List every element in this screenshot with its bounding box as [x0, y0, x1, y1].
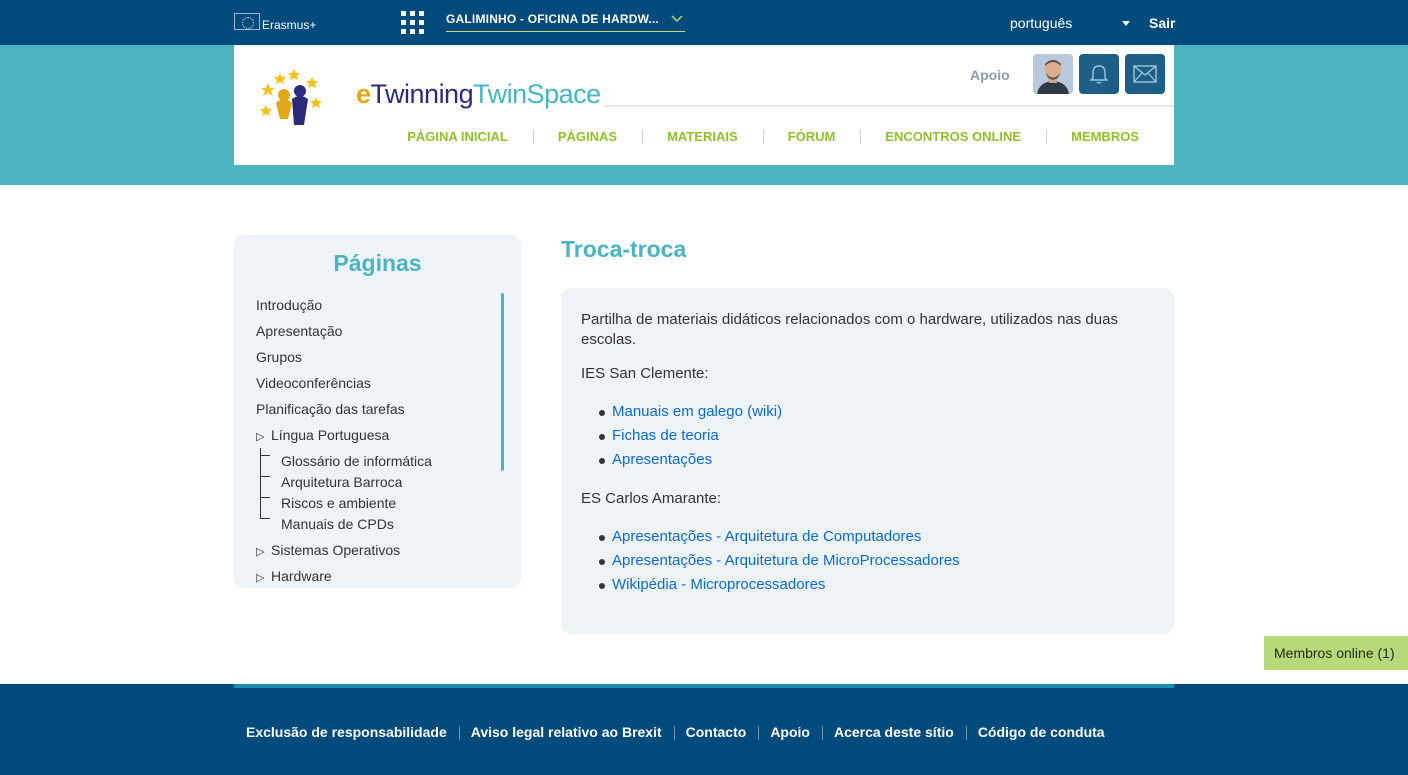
list-item: Wikipédia - Microprocessadores	[597, 573, 960, 597]
sidebar-item-introducao[interactable]: Introdução	[256, 297, 322, 313]
link-arquitetura-microprocessadores[interactable]: Apresentações - Arquitetura de MicroProc…	[612, 552, 960, 569]
project-title: GALIMINHO - OFICINA DE HARDW...	[446, 12, 660, 26]
tree-tick	[260, 476, 270, 477]
chevron-down-icon	[671, 15, 683, 23]
list-item: Apresentações - Arquitetura de MicroProc…	[597, 549, 960, 573]
footer: Exclusão de responsabilidade Aviso legal…	[0, 684, 1408, 775]
project-selector[interactable]: GALIMINHO - OFICINA DE HARDW...	[446, 12, 685, 32]
messages-button[interactable]	[1125, 54, 1165, 94]
list-item: Apresentações - Arquitetura de Computado…	[597, 525, 960, 549]
top-bar: Erasmus+ GALIMINHO - OFICINA DE HARDW...…	[0, 0, 1408, 45]
sidebar-title: Páginas	[333, 250, 422, 276]
sidebar-subitem-glossario[interactable]: Glossário de informática	[281, 453, 432, 469]
triangle-right-icon: ▷	[256, 546, 265, 558]
sidebar-item-videoconferencias[interactable]: Videoconferências	[256, 375, 371, 391]
tree-tick	[260, 497, 270, 498]
sidebar-scrollbar[interactable]	[501, 293, 504, 471]
link-fichas-teoria[interactable]: Fichas de teoria	[612, 427, 719, 444]
content-box: Partilha de materiais didáticos relacion…	[561, 288, 1174, 634]
footer-links: Exclusão de responsabilidade Aviso legal…	[246, 724, 1105, 740]
bell-icon	[1089, 65, 1109, 84]
sidebar-item-grupos[interactable]: Grupos	[256, 349, 302, 365]
sidebar-item-lingua-portuguesa[interactable]: ▷ Língua Portuguesa	[256, 427, 389, 443]
language-select[interactable]: português	[1010, 15, 1130, 31]
logout-link[interactable]: Sair	[1149, 15, 1175, 31]
sidebar-subitem-manuais-cpds[interactable]: Manuais de CPDs	[281, 516, 394, 532]
notifications-button[interactable]	[1079, 54, 1119, 94]
footer-link-about[interactable]: Acerca deste sítio	[821, 724, 954, 740]
avatar[interactable]	[1033, 54, 1073, 94]
header-divider	[604, 105, 1174, 107]
nav-pages[interactable]: PÁGINAS	[532, 129, 642, 144]
language-value: português	[1010, 15, 1073, 31]
etwinning-logo-icon	[260, 69, 322, 125]
nav-online-meetings[interactable]: ENCONTROS ONLINE	[860, 129, 1046, 144]
footer-link-code-of-conduct[interactable]: Código de conduta	[965, 724, 1105, 740]
sidebar-item-hardware[interactable]: ▷ Hardware	[256, 568, 332, 584]
etwinning-logo[interactable]: eTwinningTwinSpace	[258, 67, 601, 127]
triangle-right-icon: ▷	[256, 431, 265, 443]
footer-link-contact[interactable]: Contacto	[673, 724, 746, 740]
intro-text: Partilha de materiais didáticos relacion…	[581, 311, 1118, 348]
logo-e: e	[356, 79, 371, 109]
apps-grid-icon[interactable]	[401, 11, 424, 34]
tree-line	[260, 448, 270, 518]
sidebar-item-label: Sistemas Operativos	[271, 542, 401, 558]
sidebar-subitem-arquitetura-barroca[interactable]: Arquitetura Barroca	[281, 474, 402, 490]
sidebar-item-planificacao[interactable]: Planificação das tarefas	[256, 401, 405, 417]
sidebar-item-label: Língua Portuguesa	[271, 427, 390, 443]
link-list: Manuais em galego (wiki) Fichas de teori…	[597, 400, 782, 472]
logo-text: eTwinningTwinSpace	[356, 79, 601, 110]
main-nav: PÁGINA INICIAL PÁGINAS MATERIAIS FÓRUM E…	[404, 129, 1164, 144]
footer-link-support[interactable]: Apoio	[758, 724, 810, 740]
list-item: Apresentações	[597, 448, 782, 472]
logo-twinspace: TwinSpace	[473, 79, 601, 109]
page-title: Troca-troca	[561, 236, 687, 262]
nav-members[interactable]: MEMBROS	[1046, 129, 1164, 144]
link-arquitetura-computadores[interactable]: Apresentações - Arquitetura de Computado…	[612, 528, 921, 545]
tree-tick	[260, 518, 270, 519]
erasmus-label: Erasmus+	[262, 18, 317, 32]
mail-icon	[1133, 65, 1157, 83]
footer-link-brexit[interactable]: Aviso legal relativo ao Brexit	[458, 724, 662, 740]
header-card: eTwinningTwinSpace Apoio PÁGINA INICIAL …	[234, 45, 1174, 165]
footer-link-disclaimer[interactable]: Exclusão de responsabilidade	[246, 724, 447, 740]
erasmus-brand: Erasmus+	[234, 13, 317, 32]
link-manuais-galego[interactable]: Manuais em galego (wiki)	[612, 403, 782, 420]
footer-accent-line	[234, 684, 1174, 688]
eu-flag-icon	[234, 13, 260, 30]
list-item: Manuais em galego (wiki)	[597, 400, 782, 424]
link-wikipedia-microprocessadores[interactable]: Wikipédia - Microprocessadores	[612, 576, 825, 593]
pages-sidebar: Páginas Introdução Apresentação Grupos V…	[234, 235, 521, 588]
triangle-right-icon: ▷	[256, 572, 265, 584]
sidebar-item-label: Hardware	[271, 568, 332, 584]
tree-tick	[260, 455, 270, 456]
list-item: Fichas de teoria	[597, 424, 782, 448]
support-link[interactable]: Apoio	[970, 67, 1010, 83]
nav-forum[interactable]: FÓRUM	[762, 129, 861, 144]
caret-down-icon	[1122, 21, 1130, 26]
sidebar-item-sistemas-operativos[interactable]: ▷ Sistemas Operativos	[256, 542, 400, 558]
link-list: Apresentações - Arquitetura de Computado…	[597, 525, 960, 597]
nav-materials[interactable]: MATERIAIS	[642, 129, 763, 144]
logo-twinning: Twinning	[370, 79, 474, 109]
sidebar-subitem-riscos[interactable]: Riscos e ambiente	[281, 495, 396, 511]
section-label: ES Carlos Amarante:	[581, 490, 722, 507]
online-members-button[interactable]: Membros online (1)	[1264, 636, 1408, 670]
user-avatar-icon	[1033, 54, 1073, 94]
link-apresentacoes[interactable]: Apresentações	[612, 451, 712, 468]
section-label: IES San Clemente:	[581, 365, 709, 382]
sidebar-item-apresentacao[interactable]: Apresentação	[256, 323, 342, 339]
nav-home[interactable]: PÁGINA INICIAL	[382, 129, 533, 144]
